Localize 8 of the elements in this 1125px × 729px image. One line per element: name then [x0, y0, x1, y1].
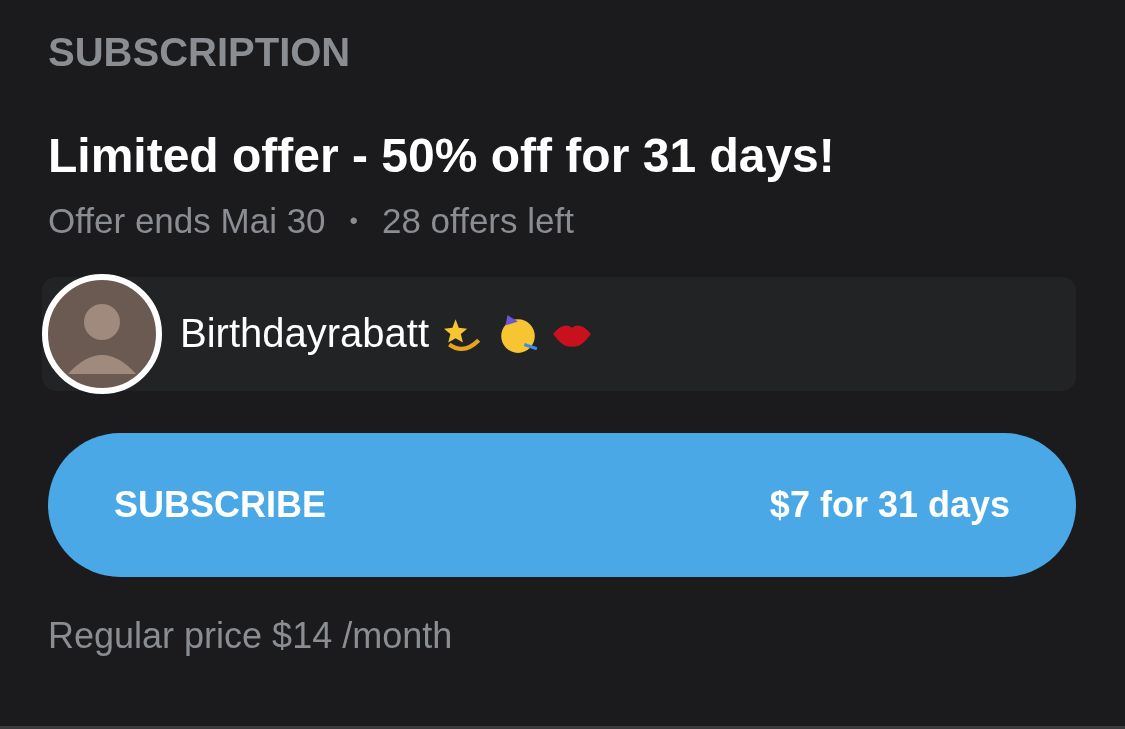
subscribe-button[interactable]: SUBSCRIBE $7 for 31 days [48, 432, 1076, 577]
promo-message: Birthdayrabatt [180, 311, 430, 357]
separator-dot: • [349, 206, 358, 235]
section-title: SUBSCRIPTION [48, 30, 352, 74]
offers-left: 28 offers left [381, 200, 574, 241]
regular-price: Regular price $14 /month [48, 614, 454, 657]
offer-title: Limited offer - 50% off for 31 days! [48, 130, 836, 183]
offer-end-date: Offer ends Mai 30 [48, 200, 326, 241]
